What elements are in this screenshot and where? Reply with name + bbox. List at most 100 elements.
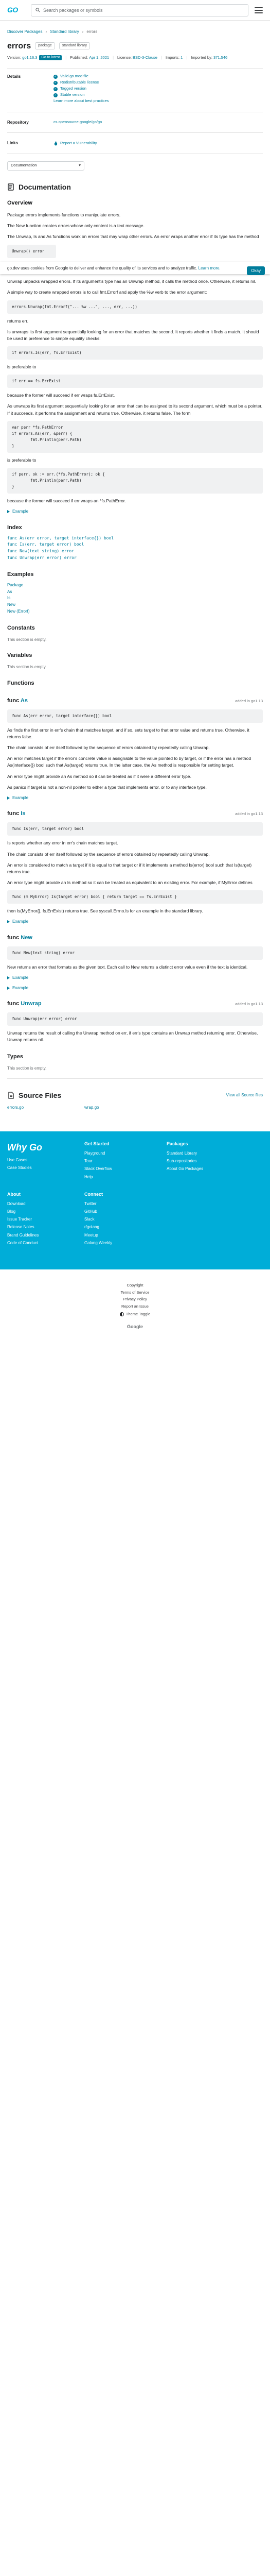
menu-icon[interactable] <box>255 7 263 13</box>
repository-row: Repository cs.opensource.google/go/go <box>0 112 270 126</box>
example-item[interactable]: As <box>7 589 263 596</box>
footer-heading[interactable]: About <box>7 1191 84 1198</box>
footer-link[interactable]: Brand Guidelines <box>7 1231 84 1239</box>
footer-link[interactable]: GitHub <box>84 1208 167 1215</box>
footer-link[interactable]: About Go Packages <box>167 1165 249 1173</box>
imports-link[interactable]: 1 <box>181 55 183 61</box>
func-is-signature: func Is(err, target error) bool <box>7 822 263 836</box>
latest-badge[interactable]: Go to latest <box>39 55 62 61</box>
breadcrumb-current: errors <box>86 29 98 34</box>
check-gomod[interactable]: ✓ Valid go.mod file <box>53 74 109 80</box>
check-tagged[interactable]: ✓ Tagged version <box>53 86 109 92</box>
index-item[interactable]: func Is(err, target error) bool <box>7 541 263 548</box>
example-label[interactable]: Example <box>12 509 28 515</box>
footer-link[interactable]: Blog <box>7 1208 84 1215</box>
example-toggle-new-errorf[interactable]: Example <box>0 981 270 991</box>
triangle-icon <box>7 920 10 924</box>
cookie-learn-more[interactable]: Learn more. <box>199 266 221 270</box>
footer-link[interactable]: Tour <box>84 1157 167 1165</box>
cookie-okay-button[interactable]: Okay <box>247 266 265 276</box>
footer-link[interactable]: Use Cases <box>7 1156 84 1164</box>
google-logo[interactable]: Google <box>7 1324 263 1330</box>
learn-more-link[interactable]: Learn more about best practices <box>53 98 109 105</box>
index-item[interactable]: func As(err error, target interface{}) b… <box>7 535 263 542</box>
example-toggle-is[interactable]: Example <box>0 914 270 925</box>
func-is-p4: An error type might provide an Is method… <box>7 880 253 886</box>
example-item[interactable]: Package <box>7 582 263 589</box>
overview-p4: Unwrap unpacks wrapped errors. If its ar… <box>7 279 256 284</box>
footer-link[interactable]: Slack <box>84 1215 167 1223</box>
example-toggle-new[interactable]: Example <box>0 971 270 981</box>
view-all-source-link[interactable]: View all Source files <box>226 1092 263 1098</box>
breadcrumb-stdlib[interactable]: Standard library <box>50 29 79 35</box>
footer-brand[interactable]: Why Go <box>7 1141 84 1154</box>
published-date[interactable]: Apr 1, 2021 <box>89 55 109 61</box>
source-file-link[interactable]: wrap.go <box>84 1105 161 1111</box>
footer-link[interactable]: Sub-repositories <box>167 1157 249 1165</box>
version-link[interactable]: go1.16.3 <box>22 55 37 61</box>
func-is-p1: Is reports whether any error in err's ch… <box>7 840 118 846</box>
repository-link[interactable]: cs.opensource.google/go/go <box>53 120 102 125</box>
func-new-name[interactable]: New <box>21 935 32 941</box>
example-toggle-as[interactable]: Example <box>0 791 270 801</box>
overview-p8: is preferable to <box>7 364 37 370</box>
imported-by-link[interactable]: 371,546 <box>213 55 227 61</box>
added-version: added in go1.13 <box>235 698 263 703</box>
site-header: GO <box>0 0 270 21</box>
footer-link[interactable]: Help <box>84 1173 167 1181</box>
example-item[interactable]: New <box>7 602 263 608</box>
example-label[interactable]: Example <box>12 919 28 925</box>
variables-title: Variables <box>7 652 32 659</box>
triangle-icon <box>7 986 10 990</box>
jump-to-select[interactable]: Documentation ▾ <box>7 161 84 171</box>
license-link[interactable]: BSD-3-Clause <box>133 55 157 61</box>
footer-heading[interactable]: Get Started <box>84 1141 167 1147</box>
added-version: added in go1.13 <box>235 1002 263 1007</box>
index-item[interactable]: func Unwrap(err error) error <box>7 555 263 562</box>
privacy-link[interactable]: Privacy Policy <box>7 1296 263 1303</box>
example-toggle-overview[interactable]: Example <box>0 504 270 515</box>
examples-title: Examples <box>7 571 34 578</box>
copyright-link[interactable]: Copyright <box>7 1282 263 1289</box>
index-item[interactable]: func New(text string) error <box>7 548 263 555</box>
footer-link[interactable]: Stack Overflow <box>84 1165 167 1173</box>
footer-link[interactable]: Issue Tracker <box>7 1215 84 1223</box>
footer-heading[interactable]: Connect <box>84 1191 167 1198</box>
example-item[interactable]: New (Errorf) <box>7 608 263 615</box>
source-file-link[interactable]: errors.go <box>7 1105 84 1111</box>
search-input[interactable] <box>43 7 244 13</box>
func-unwrap-name[interactable]: Unwrap <box>21 1001 41 1007</box>
source-files-title: Source Files <box>19 1091 62 1100</box>
footer-link[interactable]: Standard Library <box>167 1149 249 1157</box>
breadcrumb-discover[interactable]: Discover Packages <box>7 29 42 35</box>
footer-link[interactable]: Code of Conduct <box>7 1239 84 1247</box>
footer-link[interactable]: r/golang <box>84 1223 167 1231</box>
func-unwrap-signature: func Unwrap(err error) error <box>7 1012 263 1026</box>
page-title: errors <box>7 41 31 50</box>
footer-link[interactable]: Download <box>7 1200 84 1208</box>
example-label[interactable]: Example <box>12 795 28 801</box>
footer-link[interactable]: Release Notes <box>7 1223 84 1231</box>
site-footer: Why Go Use Cases Case Studies Get Starte… <box>0 1131 270 1270</box>
report-vulnerability-link[interactable]: Report a Vulnerability <box>60 141 97 146</box>
report-issue-link[interactable]: Report an Issue <box>7 1303 263 1310</box>
footer-link[interactable]: Golang Weekly <box>84 1239 167 1247</box>
check-stable[interactable]: ✓ Stable version <box>53 92 109 98</box>
theme-icon <box>119 1312 124 1317</box>
terms-link[interactable]: Terms of Service <box>7 1289 263 1296</box>
code-block-equality: if err == fs.ErrExist <box>7 375 263 388</box>
footer-link[interactable]: Case Studies <box>7 1164 84 1172</box>
example-item[interactable]: Is <box>7 595 263 602</box>
footer-link[interactable]: Meetup <box>84 1231 167 1239</box>
details-label: Details <box>7 74 21 79</box>
footer-link[interactable]: Twitter <box>84 1200 167 1208</box>
example-label[interactable]: Example <box>12 985 28 991</box>
check-license[interactable]: ✓ Redistributable license <box>53 80 109 86</box>
func-is-name[interactable]: Is <box>21 810 25 817</box>
func-as-name[interactable]: As <box>21 698 28 704</box>
example-label[interactable]: Example <box>12 975 28 981</box>
footer-heading[interactable]: Packages <box>167 1141 249 1147</box>
theme-toggle[interactable]: Theme Toggle <box>119 1312 150 1317</box>
go-logo[interactable]: GO <box>7 6 25 14</box>
footer-link[interactable]: Playground <box>84 1149 167 1157</box>
